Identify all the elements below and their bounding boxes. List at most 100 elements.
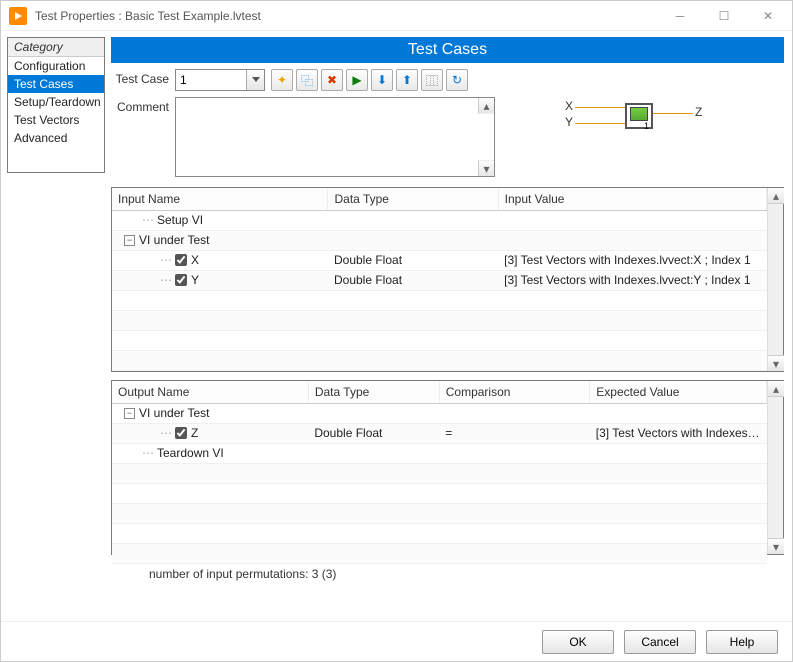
select-all-button[interactable]: ⿲ xyxy=(421,69,443,91)
sidebar-item-configuration[interactable]: Configuration xyxy=(8,57,104,75)
vi-diagram: X Y Z 1 xyxy=(515,97,765,177)
export-icon: ⬆ xyxy=(402,73,412,87)
delete-icon: ✖ xyxy=(327,73,337,87)
import-button[interactable]: ⬇ xyxy=(371,69,393,91)
comment-label: Comment xyxy=(111,97,175,114)
test-case-select[interactable] xyxy=(175,69,265,91)
cell-value: [3] Test Vectors with Indexes.lvvect:X ;… xyxy=(498,250,766,270)
table-row[interactable]: −VI under Test xyxy=(112,230,767,250)
import-icon: ⬇ xyxy=(377,73,387,87)
column-header[interactable]: Comparison xyxy=(439,381,590,403)
sidebar-item-setup-teardown[interactable]: Setup/Teardown xyxy=(8,93,104,111)
cell-comparison: = xyxy=(439,423,590,443)
cell-type: Double Float xyxy=(308,423,439,443)
table-row[interactable]: −VI under Test xyxy=(112,403,767,423)
help-button[interactable]: Help xyxy=(706,630,778,654)
tree-expander-icon[interactable]: − xyxy=(124,235,135,246)
table-row[interactable] xyxy=(112,543,767,563)
refresh-button[interactable]: ↻ xyxy=(446,69,468,91)
run-button[interactable]: ▶ xyxy=(346,69,368,91)
diagram-input-y: Y xyxy=(565,115,573,129)
sidebar-item-test-vectors[interactable]: Test Vectors xyxy=(8,111,104,129)
row-name: Y xyxy=(191,273,199,287)
table-row[interactable] xyxy=(112,463,767,483)
new-button[interactable]: ✦ xyxy=(271,69,293,91)
sidebar-item-advanced[interactable]: Advanced xyxy=(8,129,104,147)
row-checkbox[interactable] xyxy=(175,274,187,286)
cell-expected xyxy=(590,403,767,423)
table-row[interactable]: ⋯ Teardown VI xyxy=(112,443,767,463)
window-title: Test Properties : Basic Test Example.lvt… xyxy=(35,9,658,23)
cell-type xyxy=(328,230,498,250)
table-row[interactable]: ⋯ Y Double Float[3] Test Vectors with Inde… xyxy=(112,270,767,290)
table-row[interactable]: ⋯XDouble Float[3] Test Vectors with Inde… xyxy=(112,250,767,270)
column-header[interactable]: Output Name xyxy=(112,381,308,403)
table-row[interactable]: ⋯ Setup VI xyxy=(112,210,767,230)
row-name: X xyxy=(191,253,199,267)
input-table: Input NameData TypeInput Value ⋯ Setup VI… xyxy=(111,187,784,372)
tree-branch-icon: ⋯ xyxy=(142,213,153,227)
tree-branch-icon: ⋯ xyxy=(160,253,171,267)
column-header[interactable]: Input Value xyxy=(498,188,766,210)
table-row[interactable] xyxy=(112,483,767,503)
cell-value: [3] Test Vectors with Indexes.lvvect:Y ;… xyxy=(498,270,766,290)
delete-button[interactable]: ✖ xyxy=(321,69,343,91)
row-checkbox[interactable] xyxy=(175,254,187,266)
new-icon: ✦ xyxy=(277,73,287,87)
close-button[interactable]: ✕ xyxy=(746,2,790,30)
cell-expected xyxy=(590,443,767,463)
cancel-button[interactable]: Cancel xyxy=(624,630,696,654)
row-name: Teardown VI xyxy=(157,446,224,460)
table-row[interactable] xyxy=(112,503,767,523)
scroll-up-icon[interactable]: ▴ xyxy=(768,188,784,204)
comment-textarea[interactable] xyxy=(176,98,478,176)
chevron-down-icon[interactable] xyxy=(246,70,264,90)
content-header: Test Cases xyxy=(111,37,784,63)
table-row[interactable] xyxy=(112,350,767,370)
maximize-button[interactable]: ☐ xyxy=(702,2,746,30)
run-icon: ▶ xyxy=(352,73,361,87)
scroll-down-icon[interactable]: ▾ xyxy=(768,355,784,371)
table-row[interactable] xyxy=(112,523,767,543)
column-header[interactable]: Input Name xyxy=(112,188,328,210)
cell-comparison xyxy=(439,443,590,463)
minimize-button[interactable]: ─ xyxy=(658,2,702,30)
row-name: Setup VI xyxy=(157,213,203,227)
row-checkbox[interactable] xyxy=(175,427,187,439)
cell-type: Double Float xyxy=(328,270,498,290)
export-button[interactable]: ⬆ xyxy=(396,69,418,91)
output-table: Output NameData TypeComparisonExpected V… xyxy=(111,380,784,555)
sidebar-item-test-cases[interactable]: Test Cases xyxy=(8,75,104,93)
table-row[interactable] xyxy=(112,310,767,330)
scroll-down-icon[interactable]: ▾ xyxy=(478,160,494,176)
cell-value xyxy=(498,230,766,250)
ok-button[interactable]: OK xyxy=(542,630,614,654)
tree-branch-icon: ⋯ xyxy=(160,426,171,440)
table-row[interactable]: ⋯ZDouble Float=[3] Test Vectors with Ind… xyxy=(112,423,767,443)
scroll-down-icon[interactable]: ▾ xyxy=(768,538,784,554)
cell-comparison xyxy=(439,403,590,423)
test-case-label: Test Case xyxy=(111,69,175,86)
diagram-input-x: X xyxy=(565,99,573,113)
select-all-icon: ⿲ xyxy=(426,72,438,89)
row-name: VI under Test xyxy=(139,233,210,247)
row-name: Z xyxy=(191,426,198,440)
cell-type xyxy=(308,443,439,463)
column-header[interactable]: Expected Value xyxy=(590,381,767,403)
table-row[interactable] xyxy=(112,290,767,310)
table-row[interactable] xyxy=(112,330,767,350)
scroll-up-icon[interactable]: ▴ xyxy=(768,381,784,397)
copy-button[interactable]: ⿻ xyxy=(296,69,318,91)
category-sidebar: Category ConfigurationTest CasesSetup/Te… xyxy=(1,31,111,621)
tree-expander-icon[interactable]: − xyxy=(124,408,135,419)
tree-branch-icon: ⋯ xyxy=(142,446,153,460)
test-case-input[interactable] xyxy=(176,70,246,90)
row-name: VI under Test xyxy=(139,406,210,420)
diagram-output-z: Z xyxy=(695,105,702,119)
scroll-up-icon[interactable]: ▴ xyxy=(478,98,494,114)
column-header[interactable]: Data Type xyxy=(308,381,439,403)
column-header[interactable]: Data Type xyxy=(328,188,498,210)
tree-branch-icon: ⋯ xyxy=(160,273,171,287)
cell-type xyxy=(308,403,439,423)
app-icon xyxy=(9,7,27,25)
